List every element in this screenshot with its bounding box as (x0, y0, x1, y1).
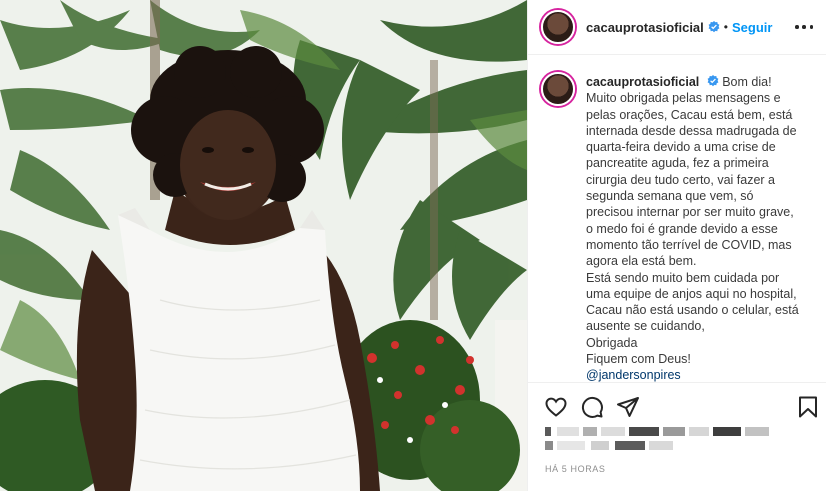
blur-block (591, 441, 609, 450)
username-link[interactable]: cacauprotasioficial (586, 20, 704, 35)
likes-row-blurred (545, 427, 805, 457)
caption-line: cacauprotasioficial Bom dia! (586, 74, 806, 90)
caption-line-11: agora ela está bem. (586, 254, 697, 269)
blur-block (663, 427, 685, 436)
mention-link[interactable]: @jandersonpires (586, 367, 806, 382)
caption-avatar[interactable] (541, 72, 575, 106)
caption-area: cacauprotasioficial Bom dia! Muito obrig… (528, 56, 826, 382)
caption-line-16: Obrigada (586, 335, 638, 350)
caption-line-9: o medo foi é grande devido a esse (586, 221, 778, 236)
action-icons (544, 395, 817, 421)
share-icon[interactable] (616, 395, 640, 419)
caption-line-1: Muito obrigada pelas mensagens e (586, 91, 781, 106)
blur-block (689, 427, 709, 436)
bookmark-icon[interactable] (796, 395, 820, 419)
separator-dot: • (723, 20, 728, 34)
blur-block (557, 441, 585, 450)
blur-block (545, 427, 551, 436)
caption-username[interactable]: cacauprotasioficial (586, 75, 699, 89)
caption-line-15: ausente se cuidando, (586, 319, 705, 334)
photo-illustration (0, 0, 527, 491)
blur-block (649, 441, 673, 450)
caption-line-12: Está sendo muito bem cuidada por (586, 270, 780, 285)
caption-line-7: segunda semana que vem, só (586, 189, 754, 204)
caption-line-6: cirurgia deu tudo certo, vai fazer a (586, 172, 775, 187)
post-photo[interactable] (0, 0, 527, 491)
post-timestamp[interactable]: HÁ 5 HORAS (545, 464, 606, 474)
heart-icon[interactable] (544, 395, 568, 419)
post-header: cacauprotasioficial • Seguir (528, 0, 826, 55)
caption-line-17: Fiquem com Deus! (586, 352, 691, 367)
avatar[interactable] (541, 10, 575, 44)
caption-line-2: pelas orações, Cacau está bem, está (586, 107, 793, 122)
caption-line-13: uma equipe de anjos aqui no hospital, (586, 286, 797, 301)
caption-line-10: momento tão terrível de COVID, mas (586, 237, 792, 252)
instagram-post: cacauprotasioficial • Seguir cacauprotas… (0, 0, 826, 491)
blur-block (745, 427, 769, 436)
blur-block (545, 441, 553, 450)
comment-icon[interactable] (580, 395, 604, 419)
blur-block (629, 427, 659, 436)
caption-line-5: pancreatite aguda, fez a primeira (586, 156, 769, 171)
blur-block (583, 427, 597, 436)
post-side-panel: cacauprotasioficial • Seguir cacauprotas… (527, 0, 826, 491)
caption-line-14: Cacau não está usando o celular, está (586, 303, 799, 318)
blur-block (615, 441, 645, 450)
blur-block (713, 427, 741, 436)
blur-block (601, 427, 625, 436)
more-options-icon[interactable] (795, 18, 813, 36)
caption-text: cacauprotasioficial Bom dia! Muito obrig… (586, 74, 806, 382)
caption-line-0: Bom dia! (722, 75, 772, 89)
post-actions: HÁ 5 HORAS (528, 382, 826, 490)
blur-block (557, 427, 579, 436)
caption-line-8: precisou internar por ser muito grave, (586, 205, 794, 220)
verified-badge-icon (707, 75, 719, 87)
follow-button[interactable]: Seguir (732, 20, 772, 35)
caption-line-4: quarta-feira devido a uma crise de (586, 140, 776, 155)
verified-badge-icon (708, 21, 720, 33)
caption-line-3: internada desde dessa madrugada de (586, 123, 797, 138)
